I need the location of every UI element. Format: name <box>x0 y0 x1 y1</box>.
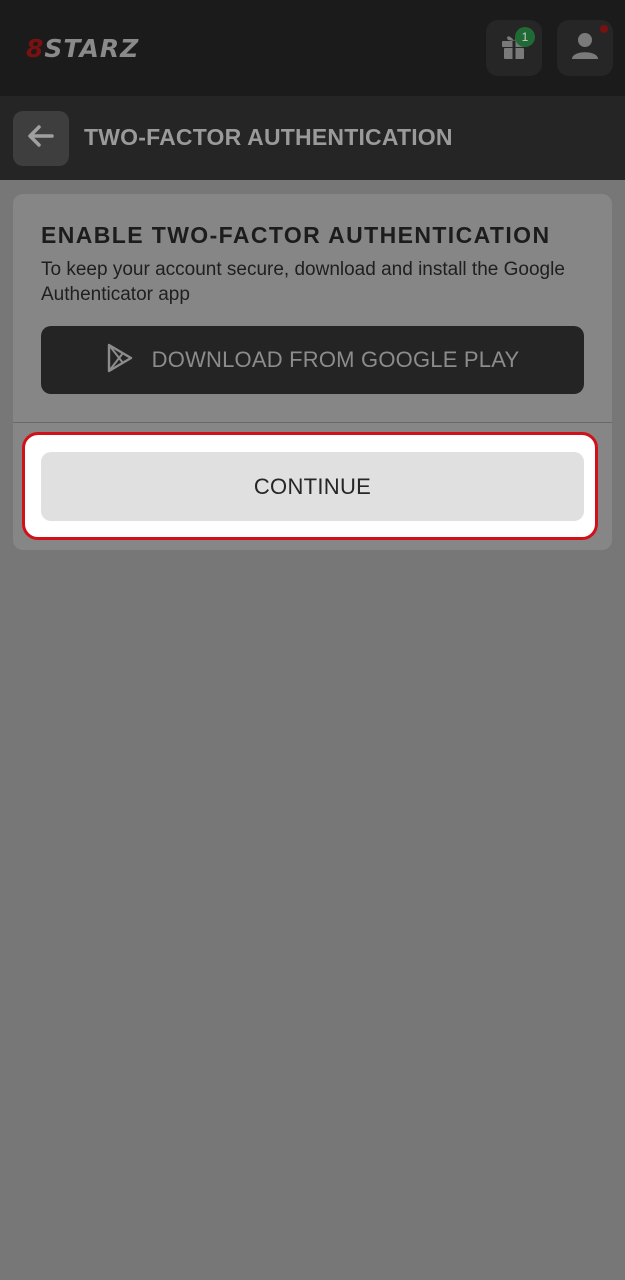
notification-dot <box>600 25 608 33</box>
card-heading: ENABLE TWO-FACTOR AUTHENTICATION <box>41 222 551 248</box>
back-button[interactable] <box>13 111 69 166</box>
arrow-left-icon <box>27 124 55 153</box>
brand-logo[interactable]: 8 STARZ <box>26 30 139 66</box>
screen: 8 STARZ 1 TWO-FACTOR AUTHENTICATION ENAB… <box>0 0 625 1280</box>
card-description: To keep your account secure, download an… <box>41 259 565 305</box>
page-title: TWO-FACTOR AUTHENTICATION <box>84 124 453 150</box>
profile-button[interactable] <box>557 20 613 76</box>
continue-label: CONTINUE <box>253 473 372 499</box>
google-play-icon <box>106 343 134 378</box>
logo-prefix: 8 <box>26 33 45 63</box>
continue-button[interactable]: CONTINUE <box>41 452 584 521</box>
title-bar: TWO-FACTOR AUTHENTICATION <box>0 96 625 180</box>
card-divider <box>13 422 612 423</box>
gift-badge: 1 <box>515 27 535 47</box>
download-google-play-button[interactable]: DOWNLOAD FROM GOOGLE PLAY <box>41 326 584 394</box>
top-app-bar: 8 STARZ 1 <box>0 0 625 96</box>
user-icon <box>570 31 600 66</box>
download-label: DOWNLOAD FROM GOOGLE PLAY <box>151 347 520 372</box>
gift-button[interactable]: 1 <box>486 20 542 76</box>
logo-word: STARZ <box>44 33 140 63</box>
